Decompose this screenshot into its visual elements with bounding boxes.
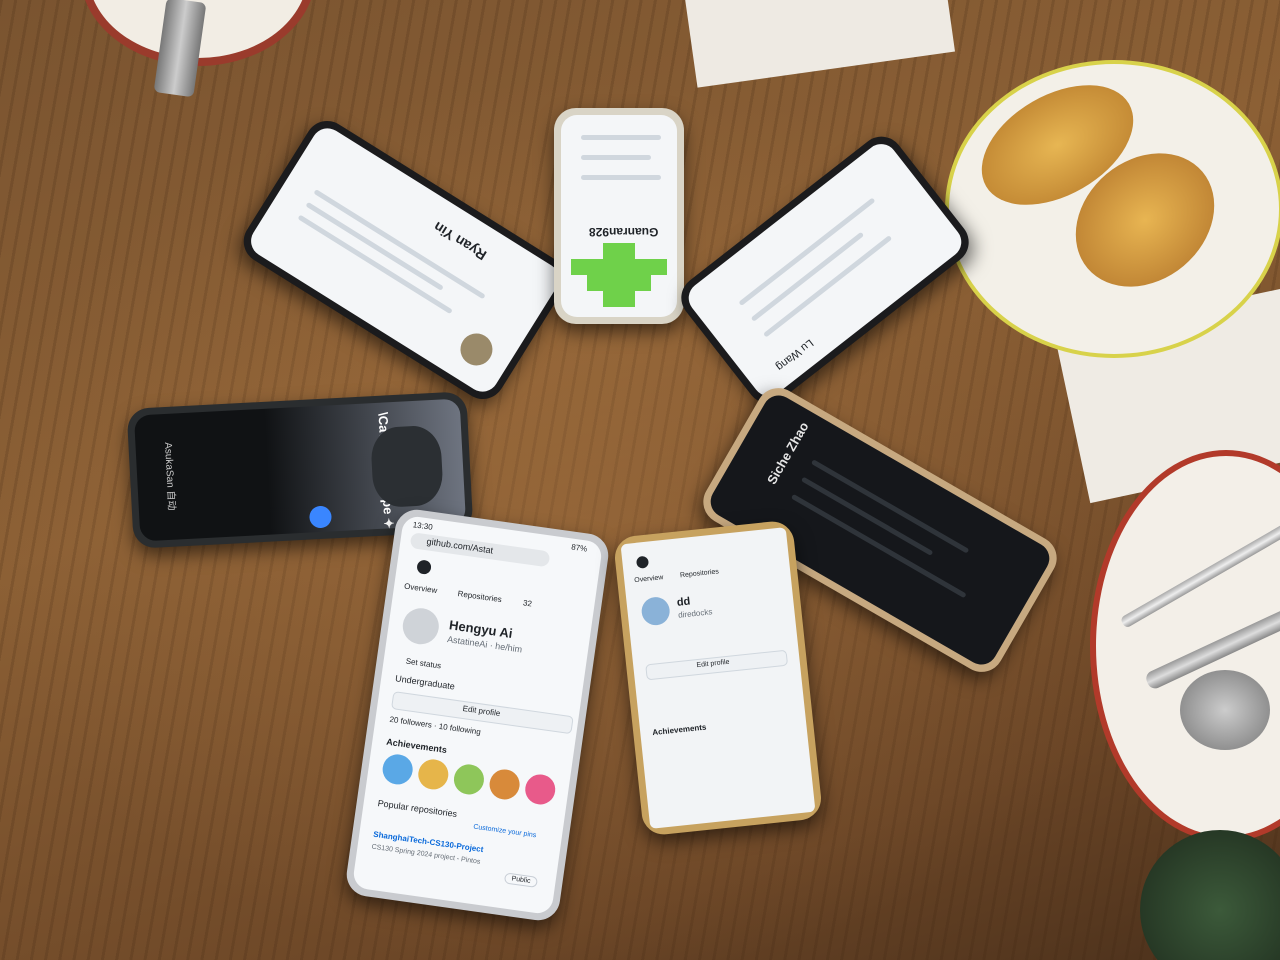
achievement-badge-1[interactable] (380, 752, 415, 787)
phone-top-right: Lu Wang (672, 127, 978, 413)
table-surface: Ryan Yin Guanran928 Lu Wang AsukaSan 自动 … (0, 0, 1280, 960)
avatar (400, 605, 442, 647)
fab-button[interactable] (308, 505, 333, 529)
profile-name: AsukaSan 自动 (162, 441, 177, 511)
right-plate (1090, 450, 1280, 842)
identicon (571, 243, 667, 307)
edit-profile-button[interactable]: Edit profile (645, 649, 789, 681)
repo-visibility-badge: Public (503, 872, 539, 888)
github-profile-screen: 13:30 87% github.com/Astat Overview Repo… (351, 514, 604, 916)
profile-photo (369, 424, 445, 509)
achievement-badge-5[interactable] (523, 772, 558, 807)
status-battery: 87% (570, 542, 588, 554)
achievement-badge-3[interactable] (452, 762, 486, 797)
phone-top-center-screen: Guanran928 (561, 115, 677, 317)
achievements-heading: Achievements (385, 736, 448, 756)
edit-profile-label: Edit profile (696, 658, 730, 670)
popular-repos-heading: Popular repositories (377, 798, 458, 820)
github-logo-icon[interactable] (635, 555, 650, 569)
avatar (454, 327, 499, 372)
glass (1140, 830, 1280, 960)
repo-count-badge: 32 (522, 598, 533, 609)
status-time: 13:30 (412, 520, 434, 532)
spoon (1180, 670, 1270, 750)
achievements-heading: Achievements (651, 722, 707, 738)
tab-overview[interactable]: Overview (404, 582, 438, 596)
github-logo-icon[interactable] (416, 559, 432, 576)
receipt-top (685, 0, 955, 88)
tab-repositories[interactable]: Repositories (680, 568, 719, 579)
url-text: github.com/Astat (425, 536, 494, 556)
profile-username: diredocks (677, 607, 713, 620)
achievement-badge-2[interactable] (416, 757, 451, 792)
avatar (640, 595, 672, 627)
profile-name: Guanran928 (589, 225, 659, 239)
profile-name: dd (676, 595, 691, 609)
customize-pins-link[interactable]: Customize your pins (473, 824, 537, 840)
profile-bio: Undergraduate (394, 673, 456, 692)
phone-top-right-screen: Lu Wang (682, 137, 968, 403)
phone-bottom-center: Overview Repositories dd diredocks Edit … (612, 519, 824, 837)
profile-name: Ryan Yin (430, 218, 490, 264)
edit-profile-label: Edit profile (462, 703, 501, 719)
tab-overview[interactable]: Overview (634, 574, 664, 584)
achievement-badge-4[interactable] (487, 767, 522, 802)
github-profile-screen: Overview Repositories dd diredocks Edit … (620, 527, 816, 829)
phone-top-left-screen: Ryan Yin (245, 122, 565, 398)
set-status[interactable]: Set status (405, 657, 441, 671)
tab-repositories[interactable]: Repositories (457, 589, 502, 604)
phone-top-center: Guanran928 (554, 108, 684, 324)
url-bar[interactable]: github.com/Astat (409, 532, 551, 568)
phone-top-left: Ryan Yin (235, 112, 575, 408)
phone-bottom-left: 13:30 87% github.com/Astat Overview Repo… (343, 506, 612, 924)
profile-name: Lu Wang (773, 336, 816, 373)
